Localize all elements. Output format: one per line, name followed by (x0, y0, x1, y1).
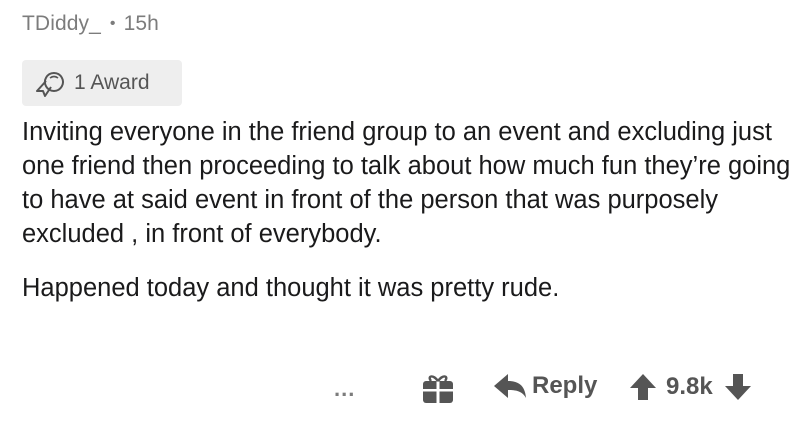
comment-age[interactable]: 15h (124, 12, 159, 36)
comment: TDiddy_ • 15h 1 Award Inviting everyone … (0, 0, 800, 425)
reply-button[interactable]: Reply (492, 372, 597, 400)
author-name[interactable]: TDiddy_ (22, 12, 101, 36)
upvote-icon[interactable] (628, 372, 658, 402)
downvote-icon[interactable] (723, 372, 753, 402)
meta-separator: • (109, 15, 116, 32)
vote-score: 9.8k (666, 373, 713, 400)
gift-icon[interactable] (418, 372, 458, 406)
vote-controls: 9.8k (628, 372, 753, 402)
more-options-button[interactable]: ... (334, 376, 355, 402)
award-ribbon-icon (36, 72, 64, 97)
reply-arrow-icon (494, 374, 526, 398)
award-badge[interactable]: 1 Award (22, 60, 182, 106)
award-label: 1 Award (74, 71, 150, 94)
comment-paragraph: Inviting everyone in the friend group to… (22, 118, 791, 248)
comment-body: Inviting everyone in the friend group to… (22, 115, 792, 305)
comment-paragraph: Happened today and thought it was pretty… (22, 274, 560, 302)
comment-actions: ... Reply 9.8k (0, 364, 800, 414)
reply-label: Reply (532, 372, 598, 399)
comment-meta: TDiddy_ • 15h (22, 12, 159, 36)
